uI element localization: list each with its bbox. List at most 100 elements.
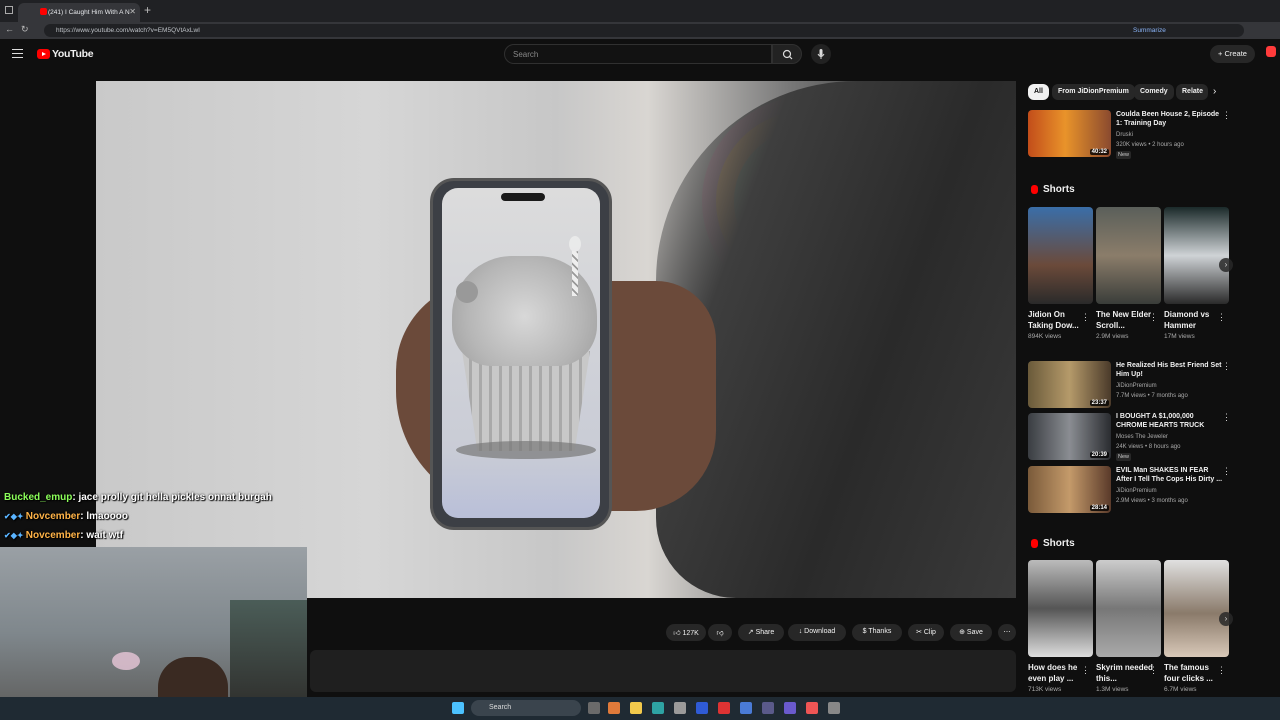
short-title[interactable]: Skyrim needed this... xyxy=(1096,662,1156,684)
url-text: https://www.youtube.com/watch?v=EM5QVtAx… xyxy=(56,27,200,34)
new-badge: New xyxy=(1116,453,1132,461)
video-thumbnail[interactable]: 40:32 xyxy=(1028,110,1111,157)
reload-icon[interactable]: ↻ xyxy=(21,24,29,35)
like-button[interactable]: 👍︎ 127K xyxy=(666,624,706,641)
shorts-next-arrow-icon[interactable]: › xyxy=(1219,258,1233,272)
back-icon[interactable]: ← xyxy=(5,24,14,34)
video-title[interactable]: He Realized His Best Friend Set Him Up! xyxy=(1116,361,1224,379)
thanks-button[interactable]: $ Thanks xyxy=(852,624,902,641)
more-actions-button[interactable]: ⋯ xyxy=(998,624,1016,641)
more-vertical-icon[interactable]: ⋮ xyxy=(1081,665,1090,676)
short-title[interactable]: Jidion On Taking Dow... xyxy=(1028,309,1088,331)
more-vertical-icon[interactable]: ⋮ xyxy=(1222,361,1231,372)
edge-icon[interactable] xyxy=(652,702,664,714)
short-title[interactable]: The New Elder Scroll... xyxy=(1096,309,1156,331)
video-channel[interactable]: JiDionPremium xyxy=(1116,487,1157,495)
create-button[interactable]: + Create xyxy=(1210,45,1255,63)
more-vertical-icon[interactable]: ⋮ xyxy=(1149,665,1158,676)
video-title[interactable]: Coulda Been House 2, Episode 1: Training… xyxy=(1116,110,1224,128)
more-vertical-icon[interactable]: ⋮ xyxy=(1222,466,1231,477)
more-horizontal-icon: ⋯ xyxy=(1003,629,1011,636)
chrome-icon[interactable] xyxy=(806,702,818,714)
candle-flame xyxy=(569,236,581,252)
new-tab-icon[interactable]: + xyxy=(144,3,151,17)
short-title[interactable]: How does he even play ... xyxy=(1028,662,1088,684)
app-l-icon[interactable] xyxy=(696,702,708,714)
short-views: 17M views xyxy=(1164,333,1195,340)
settings-gear-icon[interactable] xyxy=(828,702,840,714)
more-vertical-icon[interactable]: ⋮ xyxy=(1217,665,1226,676)
chat-username: Bucked_emup xyxy=(4,492,73,503)
short-views: 1.3M views xyxy=(1096,686,1129,693)
short-thumbnail[interactable] xyxy=(1164,207,1229,304)
video-channel[interactable]: JiDionPremium xyxy=(1116,382,1157,390)
tab-title: (241) I Caught Him With A N xyxy=(48,9,130,16)
short-thumbnail[interactable] xyxy=(1028,207,1093,304)
hamburger-menu-icon[interactable] xyxy=(12,49,23,58)
share-button[interactable]: ↗ Share xyxy=(738,624,784,641)
window-menu-icon[interactable] xyxy=(5,6,13,14)
short-thumbnail[interactable] xyxy=(1096,560,1161,657)
shorts-next-arrow-icon[interactable]: › xyxy=(1219,612,1233,626)
app-chat-icon[interactable] xyxy=(762,702,774,714)
video-meta: 2.9M views • 3 months ago xyxy=(1116,498,1188,504)
close-tab-icon[interactable]: ✕ xyxy=(129,7,136,16)
app-pen-icon[interactable] xyxy=(740,702,752,714)
short-thumbnail[interactable] xyxy=(1164,560,1229,657)
chevron-right-icon[interactable]: › xyxy=(1213,86,1216,97)
short-thumbnail[interactable] xyxy=(1028,560,1093,657)
short-title[interactable]: Diamond vs Hammer xyxy=(1164,309,1224,331)
chip-from-jidionpremium[interactable]: From JiDionPremium xyxy=(1052,84,1135,100)
video-thumbnail[interactable]: 23:37 xyxy=(1028,361,1111,408)
more-vertical-icon[interactable]: ⋮ xyxy=(1222,412,1231,423)
more-vertical-icon[interactable]: ⋮ xyxy=(1081,312,1090,323)
search-input[interactable]: Search xyxy=(504,44,772,64)
chat-username: Novcember xyxy=(25,511,81,522)
task-view-icon[interactable] xyxy=(588,702,600,714)
youtube-logo-icon[interactable] xyxy=(37,49,50,59)
video-title[interactable]: I BOUGHT A $1,000,000 CHROME HEARTS TRUC… xyxy=(1116,412,1224,430)
summarize-button[interactable]: Summarize xyxy=(1133,27,1166,34)
video-title[interactable]: EVIL Man SHAKES IN FEAR After I Tell The… xyxy=(1116,466,1224,484)
chip-comedy[interactable]: Comedy xyxy=(1134,84,1174,100)
chip-related[interactable]: Relate xyxy=(1176,84,1208,100)
video-channel[interactable]: Moses The Jeweler xyxy=(1116,433,1168,441)
save-button[interactable]: ⊕ Save xyxy=(950,624,992,641)
windows-start-icon[interactable] xyxy=(452,702,464,714)
short-title[interactable]: The famous four clicks ... xyxy=(1164,662,1224,684)
cupcake-base xyxy=(462,351,590,451)
cupcake-shadow xyxy=(456,441,596,459)
thumbs-down-icon: 👎︎ xyxy=(716,630,724,637)
store-icon[interactable] xyxy=(674,702,686,714)
chip-all[interactable]: All xyxy=(1028,84,1049,100)
video-description-box[interactable] xyxy=(310,650,1016,692)
clip-button[interactable]: ✂ Clip xyxy=(908,624,944,641)
shorts-icon xyxy=(1031,539,1038,548)
dislike-button[interactable]: 👎︎ xyxy=(708,624,732,641)
share-label: Share xyxy=(755,629,775,636)
video-channel[interactable]: Druski xyxy=(1116,131,1133,139)
video-thumbnail[interactable]: 28:14 xyxy=(1028,466,1111,513)
search-button[interactable] xyxy=(772,44,802,64)
notifications-bell-icon[interactable] xyxy=(1266,46,1276,57)
video-duration: 23:37 xyxy=(1089,400,1109,406)
taskbar-search[interactable]: Search xyxy=(471,700,581,716)
app-red-icon[interactable] xyxy=(718,702,730,714)
video-player[interactable] xyxy=(96,81,1016,598)
download-button[interactable]: ↓ Download xyxy=(788,624,846,641)
youtube-logo-text[interactable]: YouTube xyxy=(52,48,94,60)
copilot-icon[interactable] xyxy=(608,702,620,714)
voice-search-button[interactable] xyxy=(811,44,831,64)
video-meta: 24K views • 8 hours ago xyxy=(1116,444,1181,450)
more-vertical-icon[interactable]: ⋮ xyxy=(1149,312,1158,323)
more-vertical-icon[interactable]: ⋮ xyxy=(1222,110,1231,121)
more-vertical-icon[interactable]: ⋮ xyxy=(1217,312,1226,323)
short-thumbnail[interactable] xyxy=(1096,207,1161,304)
video-thumbnail[interactable]: 20:39 xyxy=(1028,413,1111,460)
chat-badges-icon: ✔◆✦ xyxy=(4,512,26,521)
browser-tab[interactable]: (241) I Caught Him With A N ✕ xyxy=(18,3,140,22)
address-bar[interactable]: https://www.youtube.com/watch?v=EM5QVtAx… xyxy=(44,24,1244,37)
chat-message: Bucked_emup: jace prolly git hella pickl… xyxy=(4,492,272,503)
file-explorer-icon[interactable] xyxy=(630,702,642,714)
discord-icon[interactable] xyxy=(784,702,796,714)
